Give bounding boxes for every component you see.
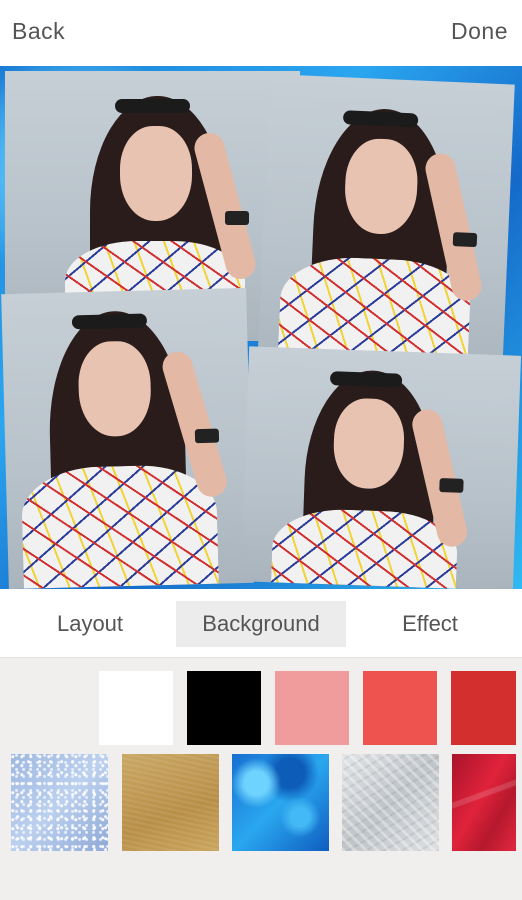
swatch-red[interactable] [451, 671, 516, 745]
swatch-white[interactable] [99, 671, 173, 745]
swatch-light-pink[interactable] [275, 671, 349, 745]
swatch-coral-red[interactable] [363, 671, 437, 745]
editor-tabs: Layout Background Effect [0, 589, 522, 658]
tab-effect[interactable]: Effect [370, 601, 490, 647]
collage-photo[interactable] [240, 346, 522, 589]
tab-layout[interactable]: Layout [30, 601, 150, 647]
swatch-black[interactable] [187, 671, 261, 745]
light-blue-glitter-texture[interactable] [11, 754, 108, 851]
top-bar: Back Done [0, 0, 522, 66]
kraft-paper-texture[interactable] [122, 754, 219, 851]
collage-photo[interactable] [1, 287, 254, 589]
collage-preview [0, 66, 522, 589]
red-abstract-texture[interactable] [452, 754, 516, 851]
done-button[interactable]: Done [451, 18, 508, 45]
tab-background[interactable]: Background [176, 601, 346, 647]
blue-bokeh-texture[interactable] [232, 754, 329, 851]
collage-photo[interactable] [256, 74, 515, 385]
background-palette [0, 658, 522, 900]
back-button[interactable]: Back [12, 18, 65, 45]
silver-foil-texture[interactable] [342, 754, 439, 851]
